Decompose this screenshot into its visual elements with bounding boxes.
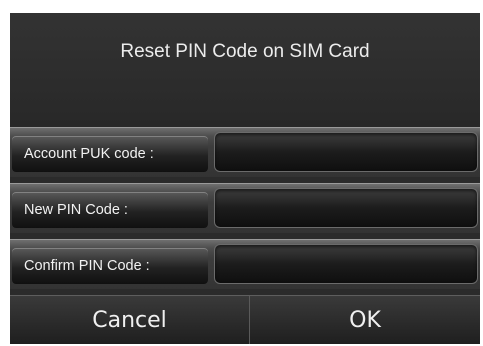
puk-code-input[interactable] <box>214 132 478 172</box>
button-bar: Cancel OK <box>10 295 480 344</box>
new-pin-label-box: New PIN Code : <box>12 192 208 228</box>
new-pin-label: New PIN Code : <box>24 202 128 218</box>
puk-code-label: Account PUK code : <box>24 146 154 162</box>
confirm-pin-label-box: Confirm PIN Code : <box>12 248 208 284</box>
puk-code-row: Account PUK code : <box>10 127 480 177</box>
confirm-pin-input[interactable] <box>214 244 478 284</box>
reset-pin-dialog: Reset PIN Code on SIM Card Account PUK c… <box>10 13 480 344</box>
ok-button[interactable]: OK <box>250 296 480 344</box>
new-pin-row: New PIN Code : <box>10 183 480 233</box>
dialog-header: Reset PIN Code on SIM Card <box>10 13 480 127</box>
confirm-pin-row: Confirm PIN Code : <box>10 239 480 289</box>
puk-code-label-box: Account PUK code : <box>12 136 208 172</box>
dialog-title: Reset PIN Code on SIM Card <box>120 41 370 62</box>
cancel-button[interactable]: Cancel <box>10 296 250 344</box>
new-pin-input[interactable] <box>214 188 478 228</box>
confirm-pin-label: Confirm PIN Code : <box>24 258 150 274</box>
